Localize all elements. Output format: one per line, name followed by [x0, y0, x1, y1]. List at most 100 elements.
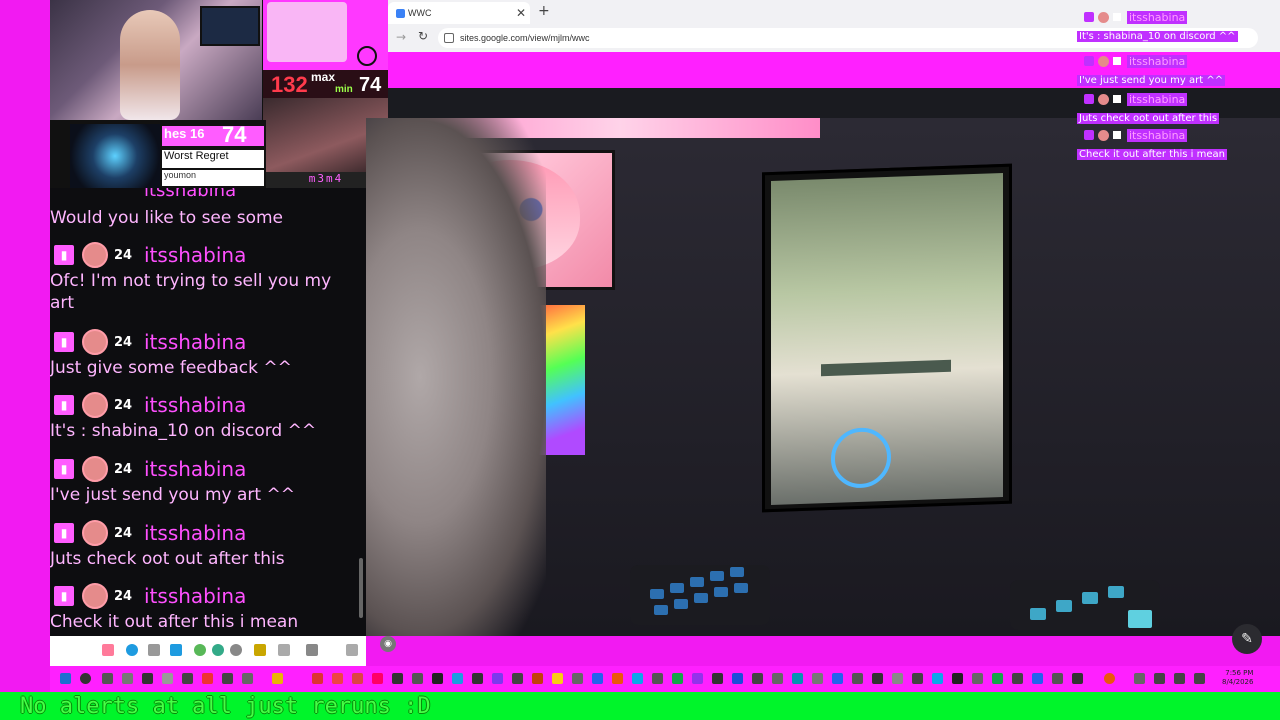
taskbar-app-icon[interactable]: [492, 673, 503, 684]
avatar: [1098, 129, 1109, 141]
taskbar-app-icon[interactable]: [592, 673, 603, 684]
app-icon[interactable]: [126, 644, 138, 656]
taskbar-app-icon[interactable]: [832, 673, 843, 684]
taskbar-app-icon[interactable]: [182, 673, 193, 684]
taskbar-app-icon[interactable]: [612, 673, 623, 684]
taskbar-app-icon[interactable]: [912, 673, 923, 684]
chevron-down-icon[interactable]: [346, 644, 358, 656]
taskbar-app-icon[interactable]: [332, 673, 343, 684]
taskbar-app-icon[interactable]: [532, 673, 543, 684]
taskbar-app-icon[interactable]: [812, 673, 823, 684]
taskbar-app-icon[interactable]: [312, 673, 323, 684]
taskbar-app-icon[interactable]: [412, 673, 423, 684]
pause-icon[interactable]: [102, 644, 114, 656]
app-icon[interactable]: [254, 644, 266, 656]
taskbar-app-icon[interactable]: [472, 673, 483, 684]
close-icon[interactable]: ✕: [516, 6, 526, 20]
scrollbar-thumb[interactable]: [359, 558, 363, 618]
taskbar-app-icon[interactable]: [752, 673, 763, 684]
taskbar-app-icon[interactable]: [1012, 673, 1023, 684]
taskbar-app-icon[interactable]: [122, 673, 133, 684]
filter-icon[interactable]: [170, 644, 182, 656]
level-badge-icon: [1113, 57, 1121, 65]
app-icon[interactable]: [148, 644, 160, 656]
taskbar-app-icon[interactable]: [142, 673, 153, 684]
level-badge-icon: [1113, 13, 1121, 21]
twitch-badge-icon: ▮: [54, 395, 74, 415]
taskbar-app-icon[interactable]: [512, 673, 523, 684]
taskbar-app-icon[interactable]: [372, 673, 383, 684]
tab-wwc[interactable]: WWC ✕: [388, 2, 530, 24]
taskbar-app-icon[interactable]: [732, 673, 743, 684]
taskbar-app-icon[interactable]: [652, 673, 663, 684]
chat-scrollbar[interactable]: [356, 188, 366, 636]
app-icon[interactable]: [230, 644, 242, 656]
taskbar-app-icon[interactable]: [1032, 673, 1043, 684]
taskbar-app-icon[interactable]: [632, 673, 643, 684]
level-badge-icon: [1113, 131, 1121, 139]
chat-username[interactable]: itsshabina: [144, 243, 246, 267]
chat-username[interactable]: itsshabina: [144, 521, 246, 545]
taskbar-app-icon[interactable]: [1072, 673, 1083, 684]
taskbar-app-icon[interactable]: [102, 673, 113, 684]
chevron-up-icon[interactable]: [1134, 673, 1145, 684]
avatar: [1098, 55, 1109, 67]
tab-title: WWC: [408, 8, 432, 18]
taskbar-app-icon[interactable]: [272, 673, 283, 684]
taskbar-app-icon[interactable]: [452, 673, 463, 684]
chat-message-header: ▮ 24 itsshabina: [50, 390, 356, 420]
taskbar-app-icon[interactable]: [932, 673, 943, 684]
wifi-icon[interactable]: [1154, 673, 1165, 684]
site-info-icon[interactable]: [444, 33, 454, 43]
deck-key: [694, 593, 708, 603]
pencil-icon[interactable]: ✎: [1232, 624, 1262, 654]
taskbar-app-icon[interactable]: [972, 673, 983, 684]
taskbar-app-icon[interactable]: [552, 673, 563, 684]
taskbar-app-icon[interactable]: [202, 673, 213, 684]
new-tab-button[interactable]: +: [538, 3, 550, 19]
overlay-chat-message: itsshabina Check it out after this i mea…: [1076, 128, 1276, 161]
app-icon[interactable]: [212, 644, 224, 656]
camera-icon[interactable]: ◉: [380, 636, 396, 652]
app-icon[interactable]: [278, 644, 290, 656]
chat-username[interactable]: itsshabina: [144, 330, 246, 354]
clock[interactable]: 7:56 PM 8/4/2026: [1222, 669, 1253, 687]
tray-icon[interactable]: [1174, 673, 1185, 684]
taskbar-app-icon[interactable]: [1052, 673, 1063, 684]
reload-icon[interactable]: ↻: [418, 29, 428, 43]
taskbar-app-icon[interactable]: [352, 673, 363, 684]
speaker-icon[interactable]: [306, 644, 318, 656]
chat-username[interactable]: itsshabina: [144, 584, 246, 608]
start-icon[interactable]: [60, 673, 71, 684]
taskbar-app-icon[interactable]: [162, 673, 173, 684]
stream-deck: [630, 565, 770, 625]
taskbar-app-icon[interactable]: [872, 673, 883, 684]
taskbar-app-icon[interactable]: [392, 673, 403, 684]
taskbar-app-icon[interactable]: [892, 673, 903, 684]
search-icon[interactable]: [80, 673, 91, 684]
taskbar-app-icon[interactable]: [852, 673, 863, 684]
taskbar-app-icon[interactable]: [572, 673, 583, 684]
taskbar-app-icon[interactable]: [952, 673, 963, 684]
game-reticle: [831, 426, 891, 489]
taskbar-app-icon[interactable]: [772, 673, 783, 684]
taskbar-app-icon[interactable]: [432, 673, 443, 684]
volume-icon[interactable]: [1194, 673, 1205, 684]
taskbar-app-icon[interactable]: [992, 673, 1003, 684]
chat-message-header: ▮ 24 itsshabina: [50, 581, 356, 611]
chat-panel[interactable]: itsshabina Would you like to see some ▮ …: [50, 188, 356, 636]
chat-username[interactable]: itsshabina: [144, 457, 246, 481]
deck-key: [710, 571, 724, 581]
deck-key: [1108, 586, 1124, 598]
taskbar-app-icon[interactable]: [792, 673, 803, 684]
taskbar-app-icon[interactable]: [242, 673, 253, 684]
taskbar-app-icon[interactable]: [1104, 673, 1115, 684]
deck-key: [654, 605, 668, 615]
taskbar-app-icon[interactable]: [672, 673, 683, 684]
taskbar-app-icon[interactable]: [712, 673, 723, 684]
taskbar-app-icon[interactable]: [222, 673, 233, 684]
app-icon[interactable]: [194, 644, 206, 656]
chat-username[interactable]: itsshabina: [144, 393, 246, 417]
forward-icon[interactable]: →: [396, 30, 406, 44]
taskbar-app-icon[interactable]: [692, 673, 703, 684]
